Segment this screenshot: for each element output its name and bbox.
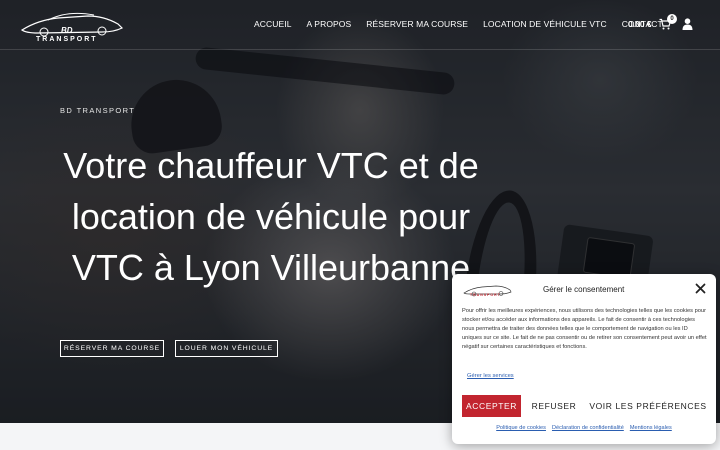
close-icon[interactable] <box>695 283 706 294</box>
site-header: BD TRANSPORT ACCUEIL A PROPOS RÉSERVER M… <box>0 0 720 50</box>
view-preferences-button[interactable]: VOIR LES PRÉFÉRENCES <box>588 395 708 417</box>
privacy-statement-link[interactable]: Déclaration de confidentialité <box>552 425 624 431</box>
nav-item-accueil[interactable]: ACCUEIL <box>254 19 292 29</box>
hero-kicker: BD TRANSPORT <box>60 106 136 115</box>
consent-description: Pour offrir les meilleures expériences, … <box>462 308 707 351</box>
nav-item-a-propos[interactable]: A PROPOS <box>307 19 352 29</box>
consent-logo-wordmark: TRANSPORT <box>470 293 501 297</box>
cookie-policy-link[interactable]: Politique de cookies <box>496 425 546 431</box>
manage-services-link[interactable]: Gérer les services <box>467 373 514 379</box>
cookie-consent-dialog: TRANSPORT Gérer le consentement Pour off… <box>452 274 716 444</box>
main-navigation: ACCUEIL A PROPOS RÉSERVER MA COURSE LOCA… <box>254 19 678 29</box>
hero-headline: Votre chauffeur VTC et de location de vé… <box>63 145 479 288</box>
accept-button[interactable]: ACCEPTER <box>462 395 521 417</box>
consent-footer-links: Politique de cookies Déclaration de conf… <box>452 425 716 431</box>
logo-initials: BD <box>61 26 73 35</box>
cart-count-badge: 0 <box>667 14 677 24</box>
legal-notice-link[interactable]: Mentions légales <box>630 425 672 431</box>
rent-vehicle-button[interactable]: LOUER MON VÉHICULE <box>175 340 278 357</box>
consent-title: Gérer le consentement <box>543 285 625 294</box>
user-account-icon[interactable] <box>682 18 693 30</box>
cart-total[interactable]: 0.00 € <box>628 19 652 29</box>
reserve-ride-button[interactable]: RÉSERVER MA COURSE <box>60 340 164 357</box>
consent-logo-icon <box>463 285 512 297</box>
nav-item-reserver[interactable]: RÉSERVER MA COURSE <box>366 19 468 29</box>
nav-item-location[interactable]: LOCATION DE VÉHICULE VTC <box>483 19 607 29</box>
refuse-button[interactable]: REFUSER <box>524 395 584 417</box>
logo-wordmark: TRANSPORT <box>36 36 98 43</box>
